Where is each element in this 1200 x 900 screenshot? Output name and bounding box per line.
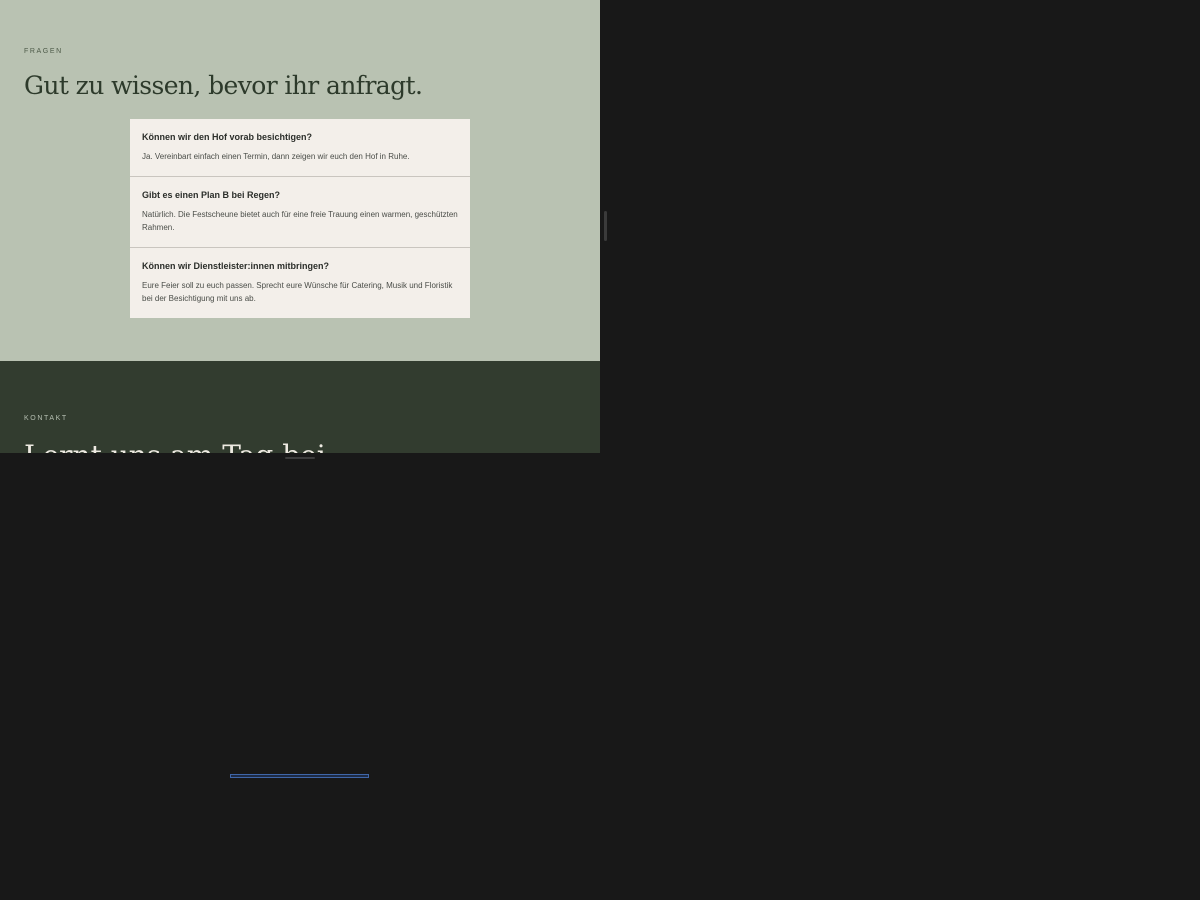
faq-answer: Natürlich. Die Festscheune bietet auch f… xyxy=(142,210,458,232)
faq-eyebrow: FRAGEN xyxy=(24,48,63,55)
vertical-resize-handle[interactable] xyxy=(604,211,607,241)
faq-question: Gibt es einen Plan B bei Regen? xyxy=(142,190,281,200)
faq-card: Können wir den Hof vorab besichtigen? Ja… xyxy=(130,119,470,318)
faq-item[interactable]: Gibt es einen Plan B bei Regen? Natürlic… xyxy=(130,177,470,248)
faq-question: Können wir Dienstleister:innen mitbringe… xyxy=(142,261,330,271)
horizontal-resize-handle[interactable] xyxy=(285,457,315,459)
faq-heading: Gut zu wissen, bevor ihr anfragt. xyxy=(24,71,423,100)
faq-question: Können wir den Hof vorab besichtigen? xyxy=(142,132,313,142)
page-viewport: FRAGEN Gut zu wissen, bevor ihr anfragt.… xyxy=(0,0,600,453)
contact-section: KONTAKT Lernt uns am Tag bei xyxy=(0,361,600,453)
focus-indicator-bar[interactable] xyxy=(230,774,369,778)
faq-answer: Ja. Vereinbart einfach einen Termin, dan… xyxy=(142,152,410,161)
faq-item[interactable]: Können wir Dienstleister:innen mitbringe… xyxy=(130,248,470,318)
contact-eyebrow: KONTAKT xyxy=(24,415,68,422)
faq-answer: Eure Feier soll zu euch passen. Sprecht … xyxy=(142,281,453,303)
contact-heading: Lernt uns am Tag bei xyxy=(24,439,326,453)
faq-section: FRAGEN Gut zu wissen, bevor ihr anfragt.… xyxy=(0,0,600,361)
faq-item[interactable]: Können wir den Hof vorab besichtigen? Ja… xyxy=(130,119,470,177)
